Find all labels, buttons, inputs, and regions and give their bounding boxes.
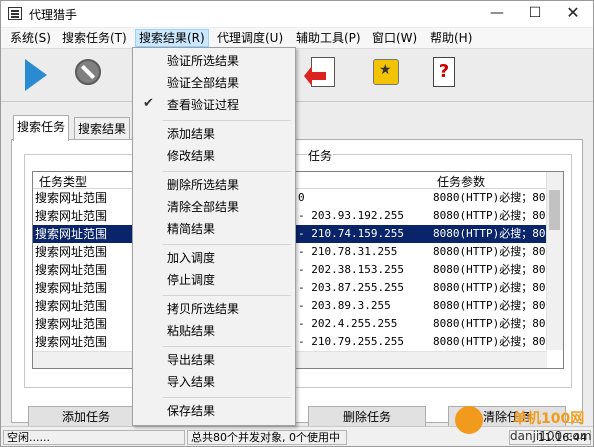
menu-separator	[163, 346, 291, 347]
help-icon: ?	[433, 57, 455, 87]
cell-ip-range: - 210.74.159.255	[298, 227, 404, 240]
menu-bar: 系统(S) 搜索任务(T) 搜索结果(R) 代理调度(U) 辅助工具(P) 窗口…	[1, 28, 593, 49]
status-connections: 总共80个并发对象, 0个使用中	[187, 430, 347, 445]
cell-task-type: 搜索网址范围	[35, 209, 108, 223]
menu-item[interactable]: 验证全部结果	[167, 73, 239, 93]
checkmark-icon: ✔	[143, 96, 154, 111]
column-header-type[interactable]: 任务类型	[39, 173, 87, 190]
menu-item[interactable]: 停止调度	[167, 270, 215, 290]
menu-item[interactable]: 加入调度	[167, 248, 215, 268]
cell-task-type: 搜索网址范围	[35, 245, 108, 259]
cell-task-params: 8080(HTTP)必搜；80(	[433, 299, 547, 312]
cell-ip-range: 0	[298, 191, 305, 204]
status-bar: 空闲...... 总共80个并发对象, 0个使用中 11:16:44	[1, 426, 593, 446]
cell-task-type: 搜索网址范围	[35, 299, 108, 313]
search-results-menu: ✔ 验证所选结果 验证全部结果 查看验证过程 添加结果 修改结果删除所选结果 清除全部结果…	[132, 47, 296, 426]
cell-task-type: 搜索网址范围	[35, 335, 108, 349]
document-import-icon	[304, 57, 335, 87]
menu-item[interactable]: 查看验证过程	[167, 95, 239, 115]
menu-proxy-schedule[interactable]: 代理调度(U)	[214, 30, 286, 46]
help-button[interactable]: ?	[425, 53, 469, 97]
menu-system[interactable]: 系统(S)	[7, 30, 54, 46]
menu-help[interactable]: 帮助(H)	[427, 30, 475, 46]
watermark-domain: danji100.com	[510, 429, 592, 443]
menu-separator	[163, 171, 291, 172]
status-state: 空闲......	[3, 430, 185, 445]
tab-panel: 任务 任务类型 任务参数 搜索网址范围 0 8080(HTTP)必搜；80( 搜索网址…	[11, 139, 583, 428]
menu-item[interactable]: 保存结果	[167, 401, 215, 421]
cell-ip-range: - 203.89.3.255	[298, 299, 391, 312]
cell-ip-range: - 202.38.153.255	[298, 263, 404, 276]
list-header: 任务类型 任务参数	[33, 172, 563, 189]
window-title: 代理猎手	[29, 8, 78, 22]
watermark-brand: 单机100网	[513, 411, 585, 427]
start-button[interactable]	[15, 53, 59, 97]
cell-ip-range: - 202.4.255.255	[298, 317, 398, 330]
scroll-thumb[interactable]	[549, 190, 560, 230]
menu-tools[interactable]: 辅助工具(P)	[293, 30, 364, 46]
vertical-scrollbar[interactable]	[546, 172, 563, 350]
cell-task-params: 8080(HTTP)必搜；80(	[433, 227, 547, 240]
minimize-button[interactable]: —	[477, 1, 517, 27]
menu-item[interactable]: 导出结果	[167, 350, 215, 370]
column-header-params[interactable]: 任务参数	[437, 173, 485, 190]
menu-item[interactable]: 粘贴结果	[167, 321, 215, 341]
stop-icon	[75, 59, 101, 85]
menu-item[interactable]: 修改结果	[167, 146, 215, 166]
cell-task-type: 搜索网址范围	[35, 281, 108, 295]
menu-separator	[163, 120, 291, 121]
menu-search-task[interactable]: 搜索任务(T)	[59, 30, 130, 46]
cell-task-type: 搜索网址范围	[35, 263, 108, 277]
menu-separator	[163, 244, 291, 245]
cell-task-params: 8080(HTTP)必搜；80(	[433, 317, 547, 330]
add-task-button[interactable]: 添加任务	[28, 406, 144, 428]
menu-window[interactable]: 窗口(W)	[369, 30, 420, 46]
settings-button[interactable]	[365, 53, 409, 97]
watermark-logo	[455, 406, 483, 434]
cell-ip-range: - 203.93.192.255	[298, 209, 404, 222]
cell-task-type: 搜索网址范围	[35, 317, 108, 331]
import-button[interactable]	[303, 53, 347, 97]
menu-item[interactable]: 清除全部结果	[167, 197, 239, 217]
delete-task-button[interactable]: 删除任务	[308, 406, 426, 428]
menu-item[interactable]: 删除所选结果	[167, 175, 239, 195]
app-window: 代理猎手 — ☐ ✕ 系统(S) 搜索任务(T) 搜索结果(R) 代理调度(U)…	[0, 0, 594, 447]
app-icon	[8, 7, 22, 20]
title-bar: 代理猎手 — ☐ ✕	[1, 1, 593, 27]
menu-separator	[163, 397, 291, 398]
menu-item[interactable]: 验证所选结果	[167, 51, 239, 71]
cell-task-type: 搜索网址范围	[35, 191, 108, 205]
cell-task-type: 搜索网址范围	[35, 227, 108, 241]
cell-task-params: 8080(HTTP)必搜；80(	[433, 191, 547, 204]
tab-container: 搜索任务 搜索结果 任务 任务类型 任务参数 搜索网址范围 0 8080(HTTP)…	[1, 107, 593, 428]
toolbar: ?	[1, 49, 593, 102]
task-group: 任务 任务类型 任务参数 搜索网址范围 0 8080(HTTP)必搜；80( 搜索网址…	[24, 147, 572, 388]
menu-item[interactable]: 精简结果	[167, 219, 215, 239]
menu-item[interactable]: 添加结果	[167, 124, 215, 144]
tab-search-results[interactable]: 搜索结果	[74, 117, 131, 140]
cell-task-params: 8080(HTTP)必搜；80(	[433, 281, 547, 294]
task-list[interactable]: 任务类型 任务参数 搜索网址范围 0 8080(HTTP)必搜；80( 搜索网址范围 -…	[32, 171, 564, 369]
cell-ip-range: - 203.87.255.255	[298, 281, 404, 294]
stop-button[interactable]	[69, 53, 113, 97]
menu-item[interactable]: 拷贝所选结果	[167, 299, 239, 319]
play-icon	[25, 59, 47, 91]
cell-task-params: 8080(HTTP)必搜；80(	[433, 335, 547, 348]
maximize-button[interactable]: ☐	[515, 1, 555, 27]
cell-ip-range: - 210.79.255.255	[298, 335, 404, 348]
cell-ip-range: - 210.78.31.255	[298, 245, 398, 258]
cell-task-params: 8080(HTTP)必搜；80(	[433, 245, 547, 258]
settings-icon	[373, 59, 399, 85]
menu-search-results[interactable]: 搜索结果(R)	[135, 29, 209, 47]
cell-task-params: 8080(HTTP)必搜；80(	[433, 209, 547, 222]
cell-task-params: 8080(HTTP)必搜；80(	[433, 263, 547, 276]
menu-separator	[163, 295, 291, 296]
group-label: 任务	[307, 147, 334, 164]
tab-search-tasks[interactable]: 搜索任务	[13, 115, 70, 141]
close-button[interactable]: ✕	[553, 1, 593, 27]
menu-item[interactable]: 导入结果	[167, 372, 215, 392]
